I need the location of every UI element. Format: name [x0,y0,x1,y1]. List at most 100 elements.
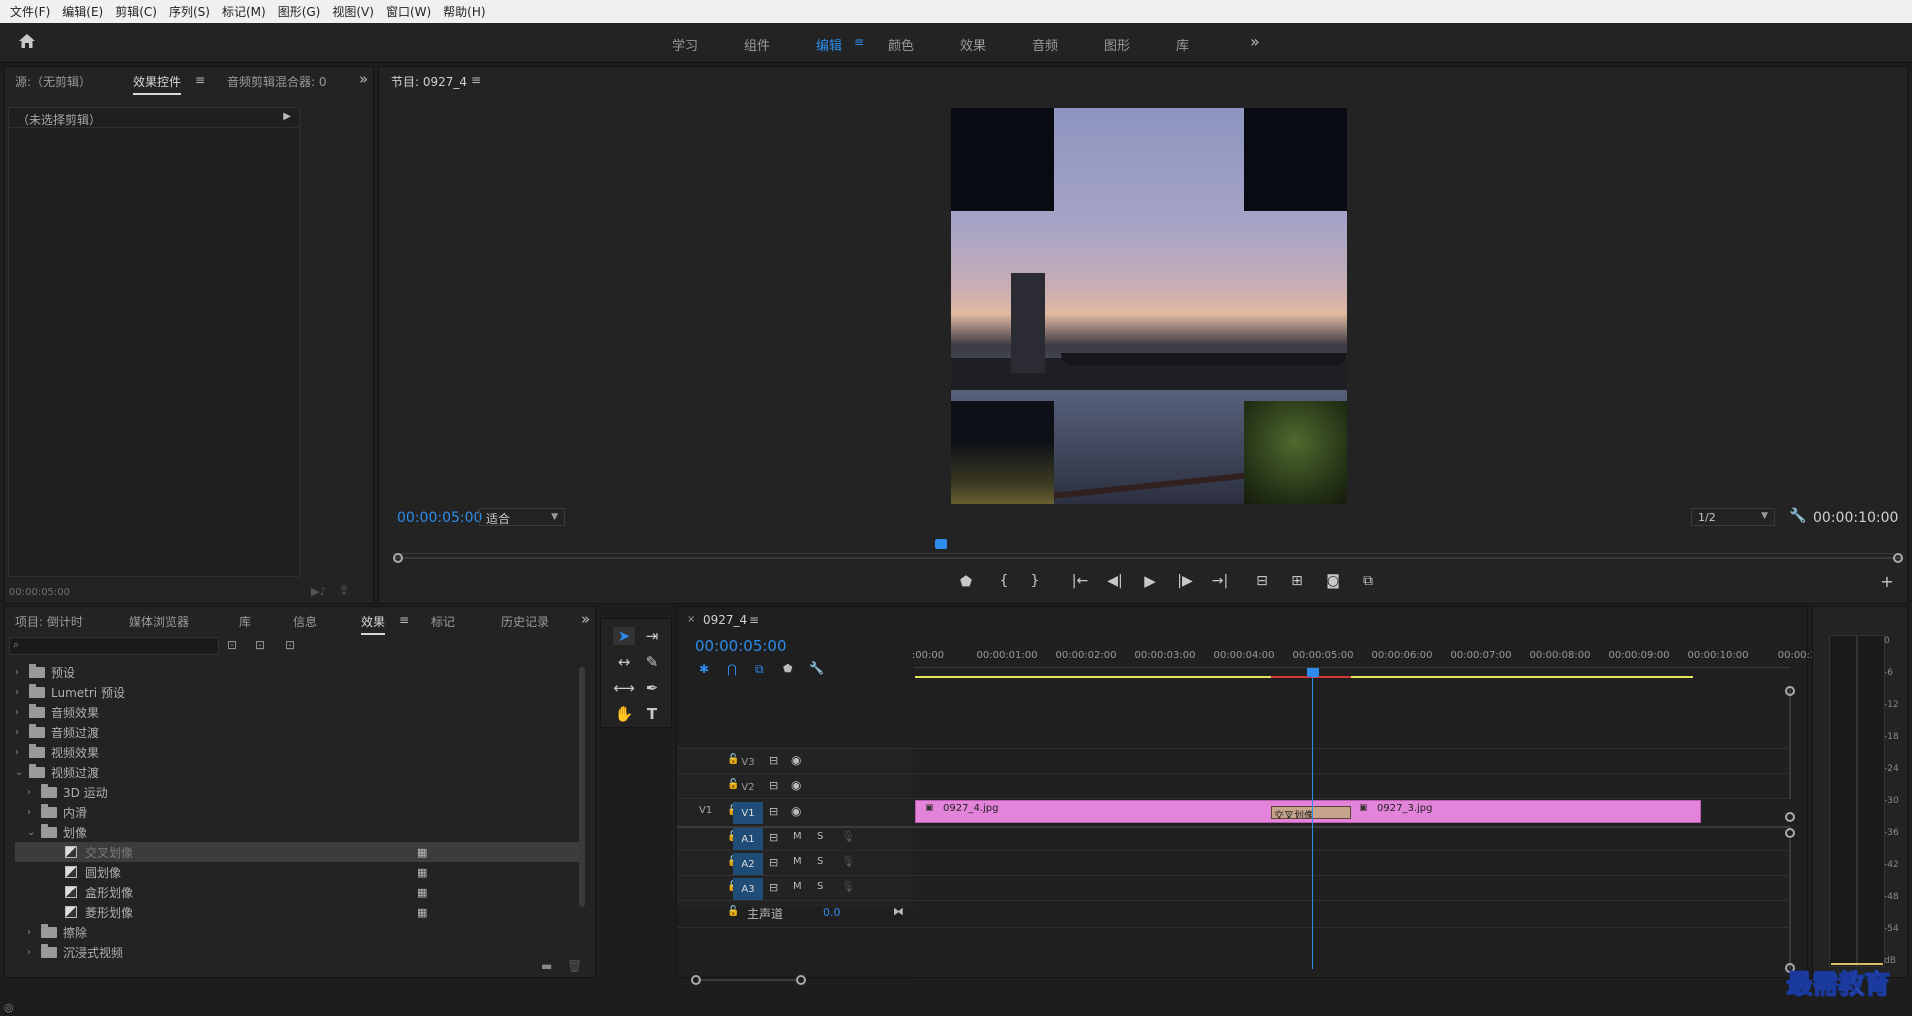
menu-clip[interactable]: 剪辑(C) [109,3,163,20]
chevron-right-icon[interactable]: › [27,807,41,818]
mute-button[interactable]: M [793,856,802,867]
delete-icon[interactable]: 🗑 [567,959,582,973]
effect-folder[interactable]: › 擦除 [15,922,585,942]
yuv-effects-icon[interactable]: ⊡ [285,638,295,652]
chevron-right-icon[interactable]: › [27,787,41,798]
lock-icon[interactable]: 🔓 [727,906,739,917]
workspace-tab-color[interactable]: 颜色 [888,35,914,54]
effects-menu-icon[interactable]: ≡ [399,613,409,627]
master-volume-value[interactable]: 0.0 [823,906,841,919]
menu-edit[interactable]: 编辑(E) [56,3,109,20]
timeline-zoom-bar[interactable] [697,979,797,981]
tab-effect-controls[interactable]: 效果控件 [133,73,182,95]
effect-folder[interactable]: › 3D 运动 [15,782,585,802]
export-icon[interactable]: ⇪ [339,583,349,597]
menu-sequence[interactable]: 序列(S) [163,3,216,20]
go-to-out-icon[interactable]: →| [1212,573,1228,589]
mic-icon[interactable]: 🎙 [841,880,855,893]
tab-info[interactable]: 信息 [293,613,317,630]
workspace-tab-audio[interactable]: 音频 [1032,35,1058,54]
timeline-settings-icon[interactable]: 🔧 [809,661,824,675]
selection-tool-icon[interactable]: ➤ [613,627,635,645]
timeline-zoom-right-handle[interactable] [796,975,806,985]
menu-view[interactable]: 视图(V) [326,3,380,20]
tab-markers[interactable]: 标记 [431,613,455,630]
track-target-v2[interactable]: V2 [733,776,763,798]
eye-icon[interactable]: ◉ [791,804,801,818]
camera-icon[interactable]: ◙ [1326,573,1340,589]
eye-icon[interactable]: ◉ [791,778,801,792]
panel-overflow-icon[interactable]: » [581,610,590,628]
home-icon[interactable] [18,33,38,53]
workspace-menu-icon[interactable]: ≡ [854,35,864,49]
step-back-icon[interactable]: ◀| [1107,573,1122,589]
nest-toggle-icon[interactable]: ✱ [699,662,709,676]
menu-window[interactable]: 窗口(W) [380,3,437,20]
sync-lock-icon[interactable]: ⊟ [769,754,778,767]
vscroll-video[interactable] [1789,689,1791,799]
solo-button[interactable]: S [817,881,823,892]
effect-folder[interactable]: ⌄ 视频过渡 [15,762,585,782]
chevron-right-icon[interactable]: › [15,727,29,738]
lift-icon[interactable]: ⊟ [1256,573,1268,589]
effect-folder[interactable]: › 音频效果 [15,702,585,722]
32bit-effects-icon[interactable]: ⊡ [255,638,265,652]
panel-overflow-icon[interactable]: » [359,70,368,88]
chevron-down-icon[interactable]: ⌄ [27,827,41,838]
track-target-a2[interactable]: A2 [733,853,763,875]
zoom-bar[interactable] [393,557,1903,559]
audio-solo-icon[interactable]: ▶♪ [311,585,326,598]
track-target-v3[interactable]: V3 [733,751,763,773]
chevron-right-icon[interactable]: › [27,947,41,958]
timeline-zoom-left-handle[interactable] [691,975,701,985]
vscroll-handle[interactable] [1785,812,1795,822]
effects-search-input[interactable]: ⌕ [9,637,219,655]
track-target-v1[interactable]: V1 [733,802,763,824]
zoom-handle-left[interactable] [393,553,403,563]
effect-item[interactable]: 盒形划像 ▦ [15,882,585,902]
tab-effects[interactable]: 效果 [361,613,386,635]
expand-arrow-icon[interactable]: ▶ [283,111,291,124]
snap-magnet-icon[interactable]: ⋂ [727,662,737,676]
effect-controls-menu-icon[interactable]: ≡ [195,73,205,87]
pen-tool-icon[interactable]: ✒ [641,679,663,697]
program-menu-icon[interactable]: ≡ [471,73,481,87]
razor-tool-icon[interactable]: ✎ [641,653,663,671]
tab-media-browser[interactable]: 媒体浏览器 [129,613,189,630]
mark-in-icon[interactable]: { [1000,573,1009,589]
menu-file[interactable]: 文件(F) [4,3,56,20]
effect-item[interactable]: 菱形划像 ▦ [15,902,585,922]
effect-folder[interactable]: › 视频效果 [15,742,585,762]
workspace-tab-learn[interactable]: 学习 [672,35,698,54]
mic-icon[interactable]: 🎙 [841,855,855,868]
tab-audio-clip-mixer[interactable]: 音频剪辑混合器: 0 [227,73,327,90]
program-current-timecode[interactable]: 00:00:05:00 [397,510,482,526]
effects-scrollbar[interactable] [579,667,585,907]
accelerated-effects-icon[interactable]: ⊡ [227,638,237,652]
effect-folder[interactable]: › 沉浸式视频 [15,942,585,962]
vscroll-audio[interactable] [1789,839,1791,969]
chevron-right-icon[interactable]: › [15,707,29,718]
chevron-right-icon[interactable]: › [15,687,29,698]
type-tool-icon[interactable]: T [641,705,663,723]
track-select-tool-icon[interactable]: ⇥ [641,627,663,645]
wrench-icon[interactable]: 🔧 [1789,508,1806,524]
status-eye-icon[interactable]: ◎ [4,1001,14,1014]
vscroll-handle[interactable] [1785,686,1795,696]
effect-item[interactable]: 圆划像 ▦ [15,862,585,882]
add-marker-icon[interactable]: ⬟ [783,662,793,675]
resolution-dropdown[interactable]: 1/2 ▼ [1691,508,1775,526]
workspace-tab-graphics[interactable]: 图形 [1104,35,1130,54]
mark-out-icon[interactable]: } [1031,573,1040,589]
track-target-a1[interactable]: A1 [733,828,763,850]
eye-icon[interactable]: ◉ [791,753,801,767]
mute-button[interactable]: M [793,881,802,892]
new-bin-icon[interactable]: ▬ [541,959,552,973]
scrub-bar[interactable] [393,542,1893,554]
add-marker-icon[interactable]: ⬟ [960,574,972,590]
chevron-down-icon[interactable]: ⌄ [15,767,29,778]
workspace-tab-editing[interactable]: 编辑 [816,35,842,54]
sync-lock-icon[interactable]: ⊟ [769,831,778,844]
hand-tool-icon[interactable]: ✋ [613,705,635,723]
menu-marker[interactable]: 标记(M) [216,3,272,20]
